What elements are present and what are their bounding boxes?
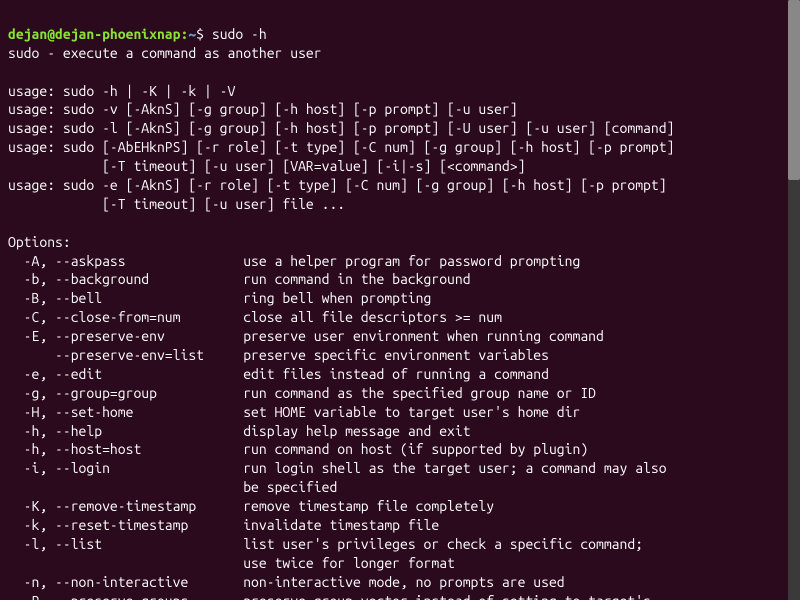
option-line: -C, --close-from=num close all file desc…: [8, 309, 502, 325]
option-desc: preserve group vector instead of setting…: [243, 593, 651, 600]
option-line: -B, --bell ring bell when prompting: [8, 290, 431, 306]
option-desc: remove timestamp file completely: [243, 498, 494, 514]
option-desc: run login shell as the target user; a co…: [243, 460, 666, 476]
option-line: -n, --non-interactive non-interactive mo…: [8, 574, 565, 590]
usage-line: usage: sudo -h | -K | -k | -V: [8, 83, 235, 99]
option-line: -E, --preserve-env preserve user environ…: [8, 328, 604, 344]
option-desc: be specified: [243, 479, 337, 495]
option-flag: -E, --preserve-env: [8, 328, 243, 344]
prompt-dollar: $: [196, 26, 204, 42]
option-line: use twice for longer format: [8, 555, 455, 571]
option-flag: -A, --askpass: [8, 253, 243, 269]
option-line: -H, --set-home set HOME variable to targ…: [8, 404, 580, 420]
option-line: -h, --help display help message and exit: [8, 423, 471, 439]
option-flag: -H, --set-home: [8, 404, 243, 420]
prompt-line: dejan@dejan-phoenixnap:~$ sudo -h: [8, 26, 267, 42]
option-flag: --preserve-env=list: [8, 347, 243, 363]
option-line: -A, --askpass use a helper program for p…: [8, 253, 580, 269]
option-flag: -h, --host=host: [8, 441, 243, 457]
option-desc: display help message and exit: [243, 423, 470, 439]
option-flag: -i, --login: [8, 460, 243, 476]
option-desc: preserve user environment when running c…: [243, 328, 604, 344]
option-flag: -h, --help: [8, 423, 243, 439]
option-flag: [8, 555, 243, 571]
option-desc: run command in the background: [243, 271, 470, 287]
scrollbar-track[interactable]: [788, 0, 800, 600]
option-flag: -e, --edit: [8, 366, 243, 382]
option-desc: non-interactive mode, no prompts are use…: [243, 574, 564, 590]
option-flag: -n, --non-interactive: [8, 574, 243, 590]
option-desc: preserve specific environment variables: [243, 347, 549, 363]
option-flag: -B, --bell: [8, 290, 243, 306]
option-line: --preserve-env=list preserve specific en…: [8, 347, 549, 363]
option-desc: ring bell when prompting: [243, 290, 431, 306]
option-line: -i, --login run login shell as the targe…: [8, 460, 667, 476]
options-header: Options:: [8, 234, 71, 250]
option-line: -g, --group=group run command as the spe…: [8, 385, 596, 401]
usage-line: usage: sudo -e [-AknS] [-r role] [-t typ…: [8, 177, 667, 193]
command-text: sudo -h: [212, 26, 267, 42]
option-desc: edit files instead of running a command: [243, 366, 549, 382]
option-desc: run command on host (if supported by plu…: [243, 441, 588, 457]
option-flag: -b, --background: [8, 271, 243, 287]
option-flag: -C, --close-from=num: [8, 309, 243, 325]
option-line: -e, --edit edit files instead of running…: [8, 366, 549, 382]
prompt-path: ~: [188, 26, 196, 42]
option-desc: list user's privileges or check a specif…: [243, 536, 643, 552]
option-desc: use twice for longer format: [243, 555, 455, 571]
usage-line: [-T timeout] [-u user] file ...: [8, 196, 345, 212]
option-flag: [8, 479, 243, 495]
terminal-viewport[interactable]: dejan@dejan-phoenixnap:~$ sudo -h sudo -…: [0, 0, 800, 600]
option-line: -b, --background run command in the back…: [8, 271, 471, 287]
usage-line: usage: sudo -v [-AknS] [-g group] [-h ho…: [8, 101, 518, 117]
option-line: -k, --reset-timestamp invalidate timesta…: [8, 517, 439, 533]
option-line: -P, --preserve-groups preserve group vec…: [8, 593, 651, 600]
option-line: -h, --host=host run command on host (if …: [8, 441, 588, 457]
option-flag: -l, --list: [8, 536, 243, 552]
prompt-user-host: dejan@dejan-phoenixnap: [8, 26, 180, 42]
option-desc: run command as the specified group name …: [243, 385, 596, 401]
option-flag: -g, --group=group: [8, 385, 243, 401]
usage-line: usage: sudo -l [-AknS] [-g group] [-h ho…: [8, 120, 674, 136]
usage-line: usage: sudo [-AbEHknPS] [-r role] [-t ty…: [8, 139, 674, 155]
option-line: -K, --remove-timestamp remove timestamp …: [8, 498, 494, 514]
option-line: -l, --list list user's privileges or che…: [8, 536, 643, 552]
option-desc: invalidate timestamp file: [243, 517, 439, 533]
option-desc: close all file descriptors >= num: [243, 309, 502, 325]
scrollbar-thumb[interactable]: [788, 0, 800, 180]
usage-line: [-T timeout] [-u user] [VAR=value] [-i|-…: [8, 158, 525, 174]
description-line: sudo - execute a command as another user: [8, 45, 322, 61]
option-flag: -K, --remove-timestamp: [8, 498, 243, 514]
option-flag: -k, --reset-timestamp: [8, 517, 243, 533]
option-desc: set HOME variable to target user's home …: [243, 404, 580, 420]
option-flag: -P, --preserve-groups: [8, 593, 243, 600]
option-desc: use a helper program for password prompt…: [243, 253, 580, 269]
option-line: be specified: [8, 479, 337, 495]
